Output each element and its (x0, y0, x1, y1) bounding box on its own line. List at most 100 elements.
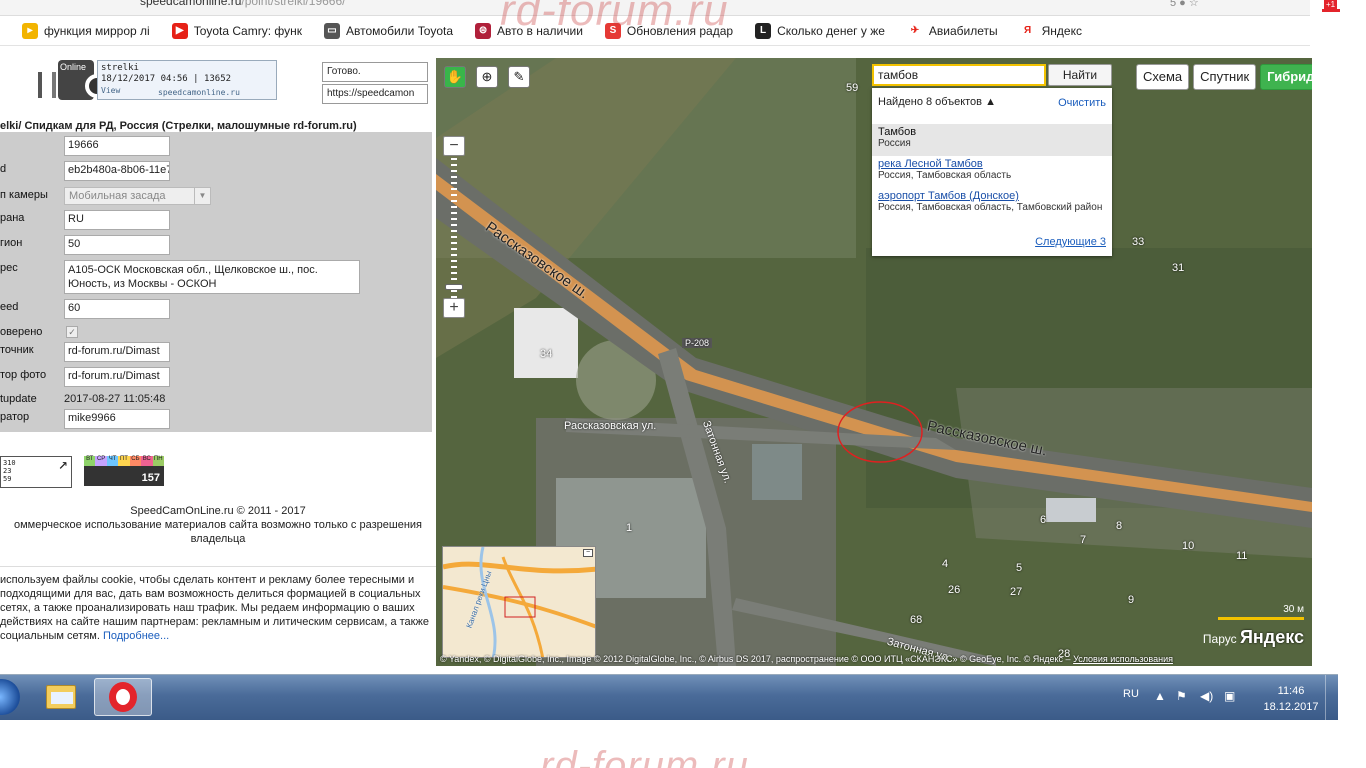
bookmark-label: Toyota Camry: функ (193, 23, 302, 38)
result-title[interactable]: река Лесной Тамбов (878, 158, 1106, 170)
ruler-tool-button[interactable]: ✎ (508, 66, 530, 88)
zoom-control[interactable]: − + (443, 136, 465, 318)
map-search-button[interactable]: Найти (1048, 64, 1112, 86)
search-result-item[interactable]: река Лесной Тамбов Россия, Тамбовская обл… (872, 156, 1112, 184)
map-search-input[interactable]: тамбов (872, 64, 1046, 86)
bookmark-item[interactable]: ▭ Автомобили Toyota (324, 22, 454, 39)
copyright-line1: SpeedCamOnLine.ru © 2011 - 2017 (130, 505, 306, 517)
taskbar-explorer[interactable] (32, 678, 90, 716)
bookmark-item[interactable]: ▶ Toyota Camry: функ (171, 22, 302, 39)
cookie-more-link[interactable]: Подробнее... (103, 630, 169, 642)
visits-counter[interactable]: ВТ СР ЧТ ПТ СБ ВС ПН 157 (84, 456, 164, 486)
lastupdate-value: 2017-08-27 11:05:48 (64, 393, 166, 405)
speedcamonline-logo[interactable]: Online (38, 60, 109, 102)
hand-tool-button[interactable]: ✋ (444, 66, 466, 88)
network-icon[interactable]: ▣ (1224, 689, 1235, 703)
house-number: 33 (1132, 236, 1145, 248)
bookmark-item[interactable]: ▸ функция миррор лі (22, 22, 150, 39)
house-number: 5 (1016, 562, 1023, 574)
verified-checkbox[interactable]: ✓ (66, 326, 78, 338)
airplane-icon: ✈ (906, 22, 923, 39)
bookmark-label: Сколько денег у же (777, 23, 885, 38)
terms-link[interactable]: Условия использования (1073, 654, 1173, 664)
magnifier-tool-button[interactable]: ⊕ (476, 66, 498, 88)
map-copyright-text: © Yandex, © DigitalGlobe, Inc., Image © … (440, 654, 1071, 664)
start-button[interactable] (0, 679, 20, 715)
volume-icon[interactable]: ◀) (1200, 689, 1213, 703)
house-number: 31 (1172, 262, 1185, 274)
map-copyright: © Yandex, © DigitalGlobe, Inc., Image © … (436, 654, 1312, 664)
layer-button[interactable]: Схема (1136, 64, 1190, 90)
bookmark-label: Авиабилеты (928, 23, 998, 38)
minimap-collapse-icon[interactable]: − (583, 549, 593, 557)
point-info-panel: Online strelki 18/12/2017 04:56 | 13652 … (0, 46, 436, 668)
id-field[interactable]: 19666 (64, 136, 170, 156)
cookie-text: используем файлы cookie, чтобы сделать к… (0, 574, 429, 642)
copyright-line2: оммерческое использование материалов сай… (13, 519, 422, 531)
region-field[interactable]: 50 (64, 235, 170, 255)
search-result-item[interactable]: Тамбов Россия (872, 124, 1112, 156)
action-center-icon[interactable]: ⚑ (1176, 689, 1187, 703)
bookmark-item[interactable]: L Сколько денег у же (755, 22, 885, 39)
brand-small: Парус (1202, 632, 1237, 646)
bookmark-item[interactable]: ✈ Авиабилеты (906, 22, 998, 39)
house-number: 68 (910, 614, 923, 626)
speed-field[interactable]: 60 (64, 299, 170, 319)
house-number: 27 (1010, 586, 1023, 598)
zoom-slider-thumb[interactable] (445, 284, 463, 290)
minimap[interactable]: Канал реки Цны − (442, 546, 596, 658)
camera-type-select[interactable]: Мобильная засада ▼ (64, 187, 211, 205)
point-infobox[interactable]: strelki 18/12/2017 04:56 | 13652 View sp… (97, 60, 277, 100)
bookmark-item[interactable]: Я Яндекс (1019, 22, 1082, 39)
clear-results-link[interactable]: Очистить (1058, 97, 1106, 109)
layer-button[interactable]: Гибрид (1260, 64, 1312, 90)
yandex-logo: Яндекс (1239, 627, 1304, 647)
verified-label: оверено (0, 326, 43, 338)
next-results-link[interactable]: Следующие 3 (1035, 236, 1106, 248)
copyright-line3: владельца (190, 533, 246, 545)
language-indicator[interactable]: RU (1123, 688, 1139, 700)
route-shield: Р-208 (682, 338, 713, 348)
search-result-item[interactable]: аэропорт Тамбов (Донское) Россия, Тамбовс… (872, 188, 1112, 216)
bookmark-label: Яндекс (1041, 23, 1082, 38)
url-path: /point/strelki/19666/ (241, 0, 346, 8)
opera-icon (109, 682, 137, 712)
zoom-out-button[interactable]: − (443, 136, 465, 156)
address-label: рес (0, 262, 18, 274)
triangle-up-icon: ▲ (985, 96, 996, 108)
layer-button[interactable]: Спутник (1193, 64, 1257, 90)
clock[interactable]: 11:46 18.12.2017 (1256, 683, 1326, 715)
house-number: 34 (540, 348, 553, 360)
zoom-track[interactable] (451, 158, 457, 298)
logo-camera-icon: Online (58, 60, 109, 100)
bookmark-label: функция миррор лі (44, 23, 150, 38)
show-desktop-button[interactable] (1325, 675, 1338, 721)
url-field[interactable]: https://speedcamon (322, 84, 428, 104)
copyright: SpeedCamOnLine.ru © 2011 - 2017 оммерчес… (0, 504, 436, 546)
counter-days: ВТ СР ЧТ ПТ СБ ВС ПН (84, 456, 164, 466)
zoom-in-button[interactable]: + (443, 298, 465, 318)
source-field[interactable]: rd-forum.ru/Dimast (64, 342, 170, 362)
photo-author-field[interactable]: rd-forum.ru/Dimast (64, 367, 170, 387)
map-search: тамбов Найти (872, 64, 1112, 86)
country-field[interactable]: RU (64, 210, 170, 230)
magnifier-icon: ⊕ (481, 69, 493, 84)
watermark-top: rd-forum.ru (500, 0, 729, 35)
uid-field[interactable]: eb2b480a-8b06-11e7 (64, 161, 170, 181)
address-textarea[interactable]: A105-ОСК Московская обл., Щелковское ш.,… (64, 260, 360, 294)
house-number: 9 (1128, 594, 1135, 606)
result-title[interactable]: Тамбов (878, 126, 1106, 138)
address-bar-controls[interactable]: 5 ● ☆ (1170, 0, 1199, 9)
yandex-map[interactable]: ✋ ⊕ ✎ − + Рассказовское ш. Рассказовское… (436, 58, 1312, 666)
tray-expand-icon[interactable]: ▲ (1154, 689, 1166, 703)
taskbar-opera[interactable] (94, 678, 152, 716)
windows-taskbar: RU ▲ ⚑ ◀) ▣ 11:46 18.12.2017 (0, 674, 1338, 721)
bookmark-label: Автомобили Toyota (346, 23, 454, 38)
moderator-field[interactable]: mike9966 (64, 409, 170, 429)
liveinternet-counter[interactable]: 310 23 59 ↗ (0, 456, 72, 488)
result-subtitle: Россия, Тамбовская область (878, 170, 1012, 181)
yandex-brand: Парус Яндекс (1203, 627, 1304, 648)
logo-bars-icon (38, 72, 56, 98)
result-title[interactable]: аэропорт Тамбов (Донское) (878, 190, 1106, 202)
street-label-1: Рассказовская ул. (564, 420, 657, 432)
